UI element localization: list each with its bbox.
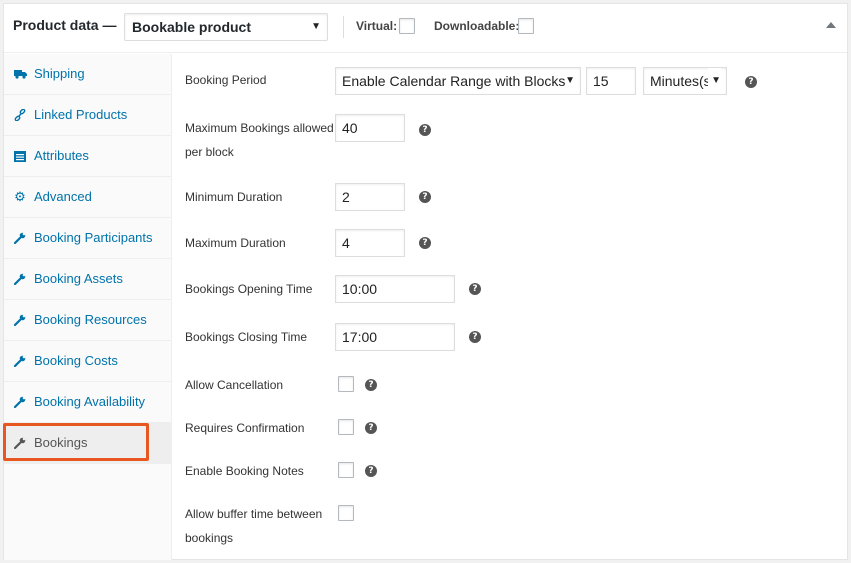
list-icon [13,136,27,176]
buffer-time-checkbox[interactable] [338,505,354,521]
tab-booking-resources[interactable]: Booking Resources [4,300,172,341]
help-icon[interactable]: ? [469,331,481,343]
downloadable-checkbox[interactable] [518,18,534,34]
product-data-panel: Product data — Bookable product ▼ Virtua… [3,3,848,560]
tab-advanced[interactable]: ⚙ Advanced [4,177,172,218]
wrench-icon [13,218,27,258]
closing-time-input[interactable]: 17:00 [335,323,455,351]
tab-label: Booking Costs [34,353,118,368]
enable-notes-checkbox[interactable] [338,462,354,478]
bookings-settings: Booking Period Enable Calendar Range wit… [173,54,847,560]
requires-confirmation-checkbox[interactable] [338,419,354,435]
allow-cancellation-label: Allow Cancellation [185,378,284,392]
header-divider [343,16,344,38]
max-duration-label: Maximum Duration [185,236,286,250]
tab-label: Booking Participants [34,230,153,245]
closing-time-label: Bookings Closing Time [185,330,308,344]
help-icon[interactable]: ? [365,465,377,477]
booking-period-unit-value: Minutes(s [650,73,711,89]
tab-booking-availability[interactable]: Booking Availability [4,382,172,423]
product-type-value: Bookable product [132,19,252,35]
help-icon[interactable]: ? [365,379,377,391]
tab-label: Booking Availability [34,394,146,409]
booking-period-mode-value: Enable Calendar Range with Blocks [342,73,566,89]
tab-shipping[interactable]: Shipping [4,54,172,95]
tab-label: Advanced [34,189,92,204]
min-duration-label: Minimum Duration [185,190,283,204]
buffer-time-label-cont: bookings [185,531,234,545]
help-icon[interactable]: ? [419,191,431,203]
panel-title: Product data — [13,17,117,33]
booking-period-mode-select[interactable]: Enable Calendar Range with Blocks ▼ [335,67,581,95]
help-icon[interactable]: ? [745,76,757,88]
wrench-icon [13,341,27,381]
downloadable-label: Downloadable: [434,19,520,33]
tab-label: Linked Products [34,107,128,122]
enable-notes-label: Enable Booking Notes [185,464,304,478]
tab-booking-assets[interactable]: Booking Assets [4,259,172,300]
wrench-icon [13,382,27,422]
truck-icon [13,54,27,94]
virtual-checkbox[interactable] [399,18,415,34]
max-bookings-label: Maximum Bookings allowed [185,121,334,135]
min-duration-input[interactable]: 2 [335,183,405,211]
tab-label: Attributes [34,148,89,163]
wrench-icon [13,259,27,299]
product-data-header: Product data — Bookable product ▼ Virtua… [4,4,847,53]
chevron-down-icon: ▼ [311,21,321,32]
tab-linked-products[interactable]: Linked Products [4,95,172,136]
booking-period-value-input[interactable]: 15 [586,67,636,95]
collapse-toggle-icon[interactable] [826,22,836,28]
wrench-icon [13,300,27,340]
tab-booking-costs[interactable]: Booking Costs [4,341,172,382]
tab-attributes[interactable]: Attributes [4,136,172,177]
booking-period-label: Booking Period [185,73,267,87]
help-icon[interactable]: ? [419,124,431,136]
buffer-time-label: Allow buffer time between [185,507,323,521]
help-icon[interactable]: ? [419,237,431,249]
link-icon [13,95,27,135]
gear-icon: ⚙ [14,189,26,204]
chevron-down-icon: ▼ [565,75,575,86]
tab-booking-participants[interactable]: Booking Participants [4,218,172,259]
tab-label: Booking Assets [34,271,123,286]
max-bookings-label-cont: per block [185,145,234,159]
tab-label: Booking Resources [34,312,147,327]
product-type-select[interactable]: Bookable product ▼ [124,13,328,41]
max-duration-input[interactable]: 4 [335,229,405,257]
tab-label: Shipping [34,66,85,81]
opening-time-input[interactable]: 10:00 [335,275,455,303]
help-icon[interactable]: ? [365,422,377,434]
booking-period-unit-select[interactable]: Minutes(s ▼ [643,67,727,95]
allow-cancellation-checkbox[interactable] [338,376,354,392]
bookings-tab-highlight [3,423,149,461]
opening-time-label: Bookings Opening Time [185,282,313,296]
virtual-label: Virtual: [356,19,398,33]
help-icon[interactable]: ? [469,283,481,295]
product-data-tabs: Shipping Linked Products Attributes ⚙ Ad… [4,54,172,560]
chevron-down-icon: ▼ [708,68,721,94]
max-bookings-input[interactable]: 40 [335,114,405,142]
requires-confirmation-label: Requires Confirmation [185,421,305,435]
